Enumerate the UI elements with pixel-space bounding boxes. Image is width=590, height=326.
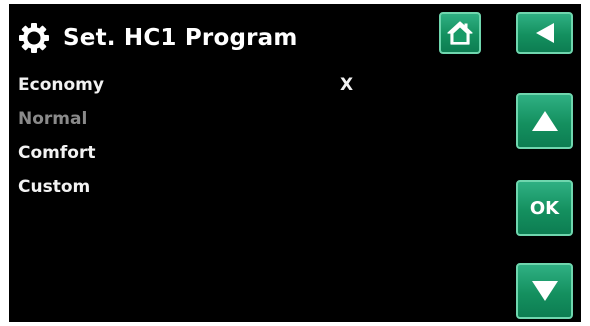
back-button[interactable] [516,12,573,54]
header: Set. HC1 Program [18,20,298,56]
menu-item-label: Comfort [18,143,96,163]
program-list: Economy X Normal Comfort Custom [18,70,378,206]
home-icon [447,21,473,45]
display-screen: Set. HC1 Program Economy X Normal Comfor… [9,4,581,322]
arrow-down-icon [531,281,558,301]
menu-item-economy[interactable]: Economy X [18,70,378,104]
menu-item-normal[interactable]: Normal [18,104,378,138]
scroll-down-button[interactable] [516,263,573,319]
menu-item-custom[interactable]: Custom [18,172,378,206]
menu-item-comfort[interactable]: Comfort [18,138,378,172]
menu-item-label: Economy [18,75,104,95]
back-arrow-icon [535,23,554,43]
ok-button[interactable]: OK [516,180,573,236]
home-button[interactable] [439,12,481,54]
arrow-up-icon [531,111,558,131]
menu-item-label: Custom [18,177,91,197]
scroll-up-button[interactable] [516,93,573,149]
page-title: Set. HC1 Program [63,25,298,51]
menu-item-label: Normal [18,109,88,129]
ok-label: OK [529,197,560,219]
gear-icon [19,23,49,53]
selected-marker: X [340,75,354,95]
